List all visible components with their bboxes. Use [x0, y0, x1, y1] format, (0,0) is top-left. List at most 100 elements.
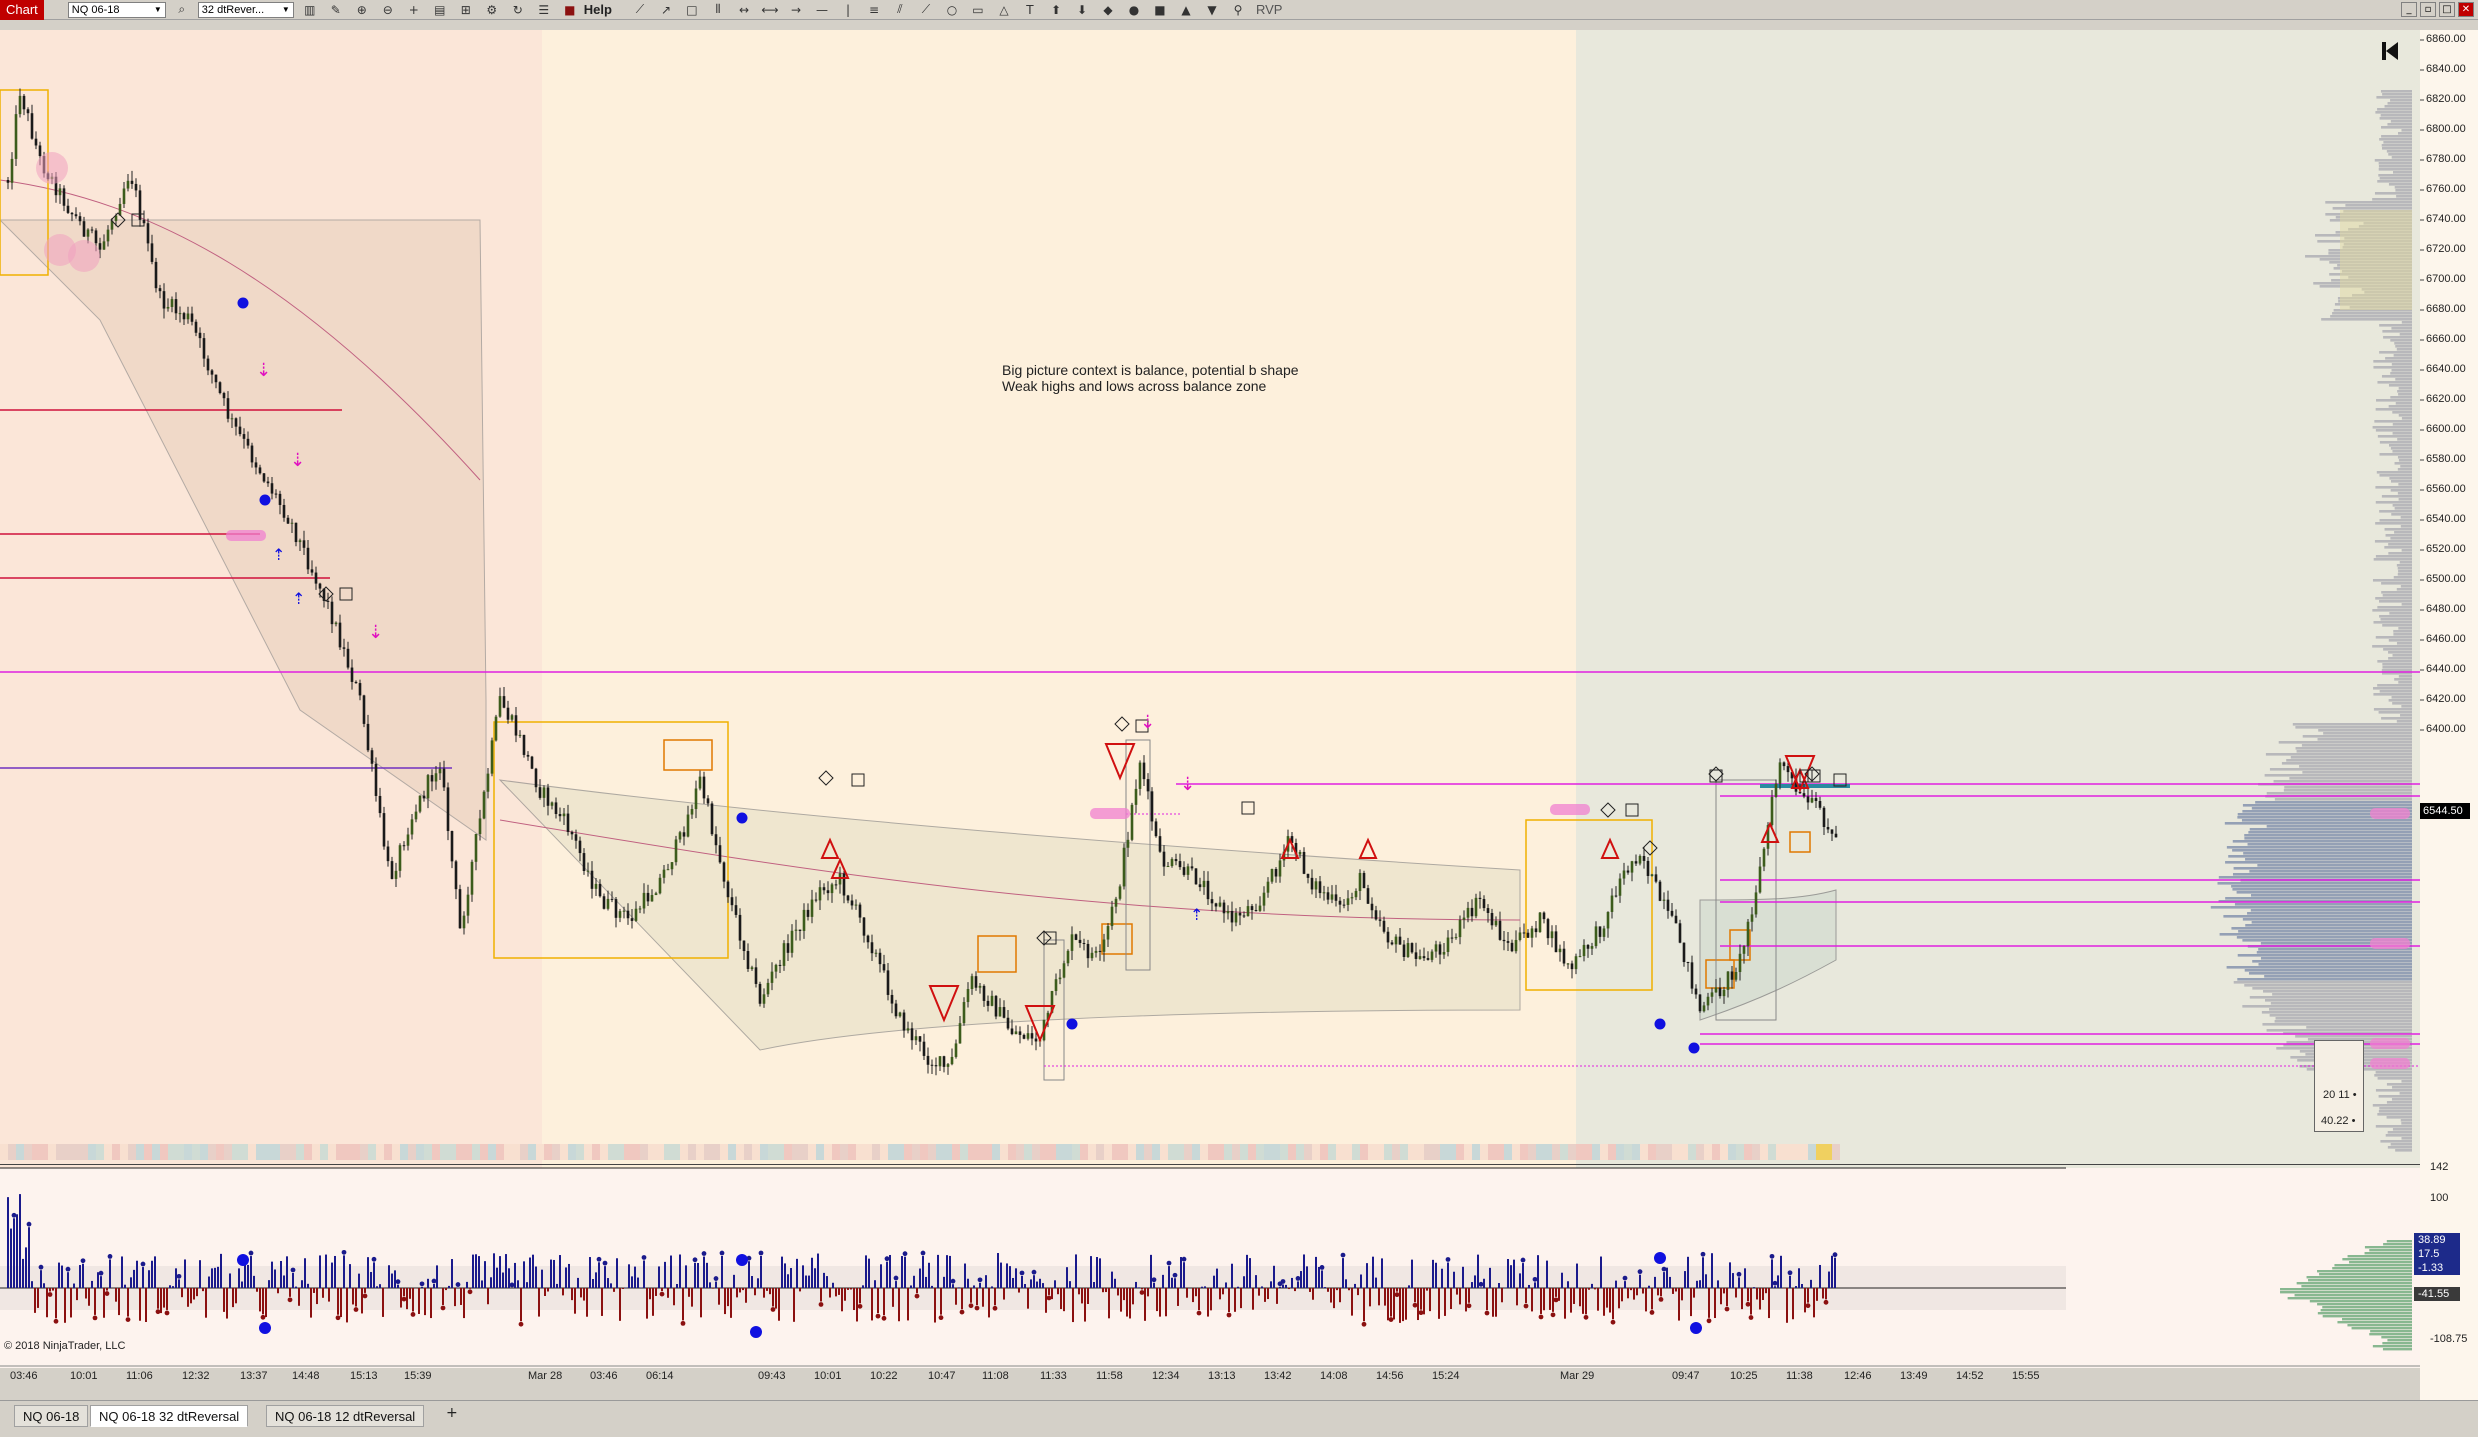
search-icon[interactable]: ⌕	[172, 1, 192, 19]
arrow-down-icon[interactable]: ⬇	[1072, 1, 1092, 19]
zoom-in-icon[interactable]: ⊕	[352, 1, 372, 19]
arrow-up-icon[interactable]: ⬆	[1046, 1, 1066, 19]
oscillator-profile-bar	[2349, 1261, 2412, 1264]
volume-profile-bar	[2401, 1137, 2412, 1140]
crosshair-icon[interactable]: +	[404, 1, 424, 19]
price-bar-body	[1414, 952, 1418, 959]
volume-profile-bar	[2377, 660, 2412, 663]
price-bar-body	[1090, 952, 1094, 959]
price-bar-body	[1022, 1034, 1026, 1039]
strategy-icon[interactable]: ⚙	[482, 1, 502, 19]
price-bar-body	[1502, 939, 1506, 942]
bar-type-value: 32 dtRever...	[201, 3, 265, 16]
price-bar-body	[1710, 992, 1714, 997]
volume-profile-bar	[2225, 897, 2412, 900]
price-bar-body	[1018, 1031, 1022, 1035]
bar-type-select[interactable]: 32 dtRever... ▼	[197, 1, 294, 18]
tab-nq-0618-12-dtreversal[interactable]: NQ 06-18 12 dtReversal	[266, 1405, 425, 1427]
volume-profile-bar	[2372, 609, 2412, 612]
minimize-icon[interactable]: _	[2401, 2, 2417, 17]
oscillator-dot	[92, 1315, 98, 1321]
rectangle-icon[interactable]: □	[682, 1, 702, 19]
help-button[interactable]: Help	[584, 2, 612, 17]
add-tab-button[interactable]: +	[446, 1405, 458, 1421]
drawing-line-icon[interactable]: ⟋	[630, 1, 650, 19]
close-icon[interactable]: ✕	[2458, 2, 2474, 17]
price-bar-body	[486, 773, 490, 792]
arrow-line-icon[interactable]: ↔	[734, 1, 754, 19]
price-bar-body	[966, 989, 970, 1003]
diamond-icon[interactable]: ◆	[1098, 1, 1118, 19]
volume-profile-bar	[2318, 729, 2412, 732]
price-bar-body	[1098, 950, 1102, 952]
strip-cell	[696, 1144, 704, 1160]
bars-icon[interactable]: ▥	[300, 1, 320, 19]
chart-annotation[interactable]: Big picture context is balance, potentia…	[1002, 362, 1299, 394]
maximize-icon[interactable]: □	[2439, 2, 2455, 17]
tab-nq-0618-32-dtreversal[interactable]: NQ 06-18 32 dtReversal	[90, 1405, 249, 1427]
extended-line-icon[interactable]: ⟷	[760, 1, 780, 19]
channel-icon[interactable]: ≡	[864, 1, 884, 19]
volume-profile-bar	[2372, 1104, 2412, 1107]
oscillator-dot	[1724, 1306, 1730, 1312]
instrument-select[interactable]: NQ 06-18 ▼	[67, 1, 166, 18]
text-icon[interactable]: T	[1020, 1, 1040, 19]
rvp-button[interactable]: RVP	[1256, 2, 1283, 17]
ellipse-icon[interactable]: ○	[942, 1, 962, 19]
properties-icon[interactable]: ▤	[430, 1, 450, 19]
arrow-right-icon[interactable]: →	[786, 1, 806, 19]
pencil-icon[interactable]: ✎	[326, 1, 346, 19]
price-chart[interactable]: ⇣ ⇣ ⇣ ⇣ ⇣ ⇡ ⇡ ⇡	[0, 20, 2478, 1400]
price-bar-body	[430, 775, 434, 782]
color-icon[interactable]: ■	[560, 1, 580, 19]
strip-cell	[624, 1144, 632, 1160]
volume-profile-bar	[2248, 831, 2412, 834]
ray-icon[interactable]: ↗	[656, 1, 676, 19]
triangle-icon[interactable]: △	[994, 1, 1014, 19]
zoom-out-icon[interactable]: ⊖	[378, 1, 398, 19]
fib-icon[interactable]: ⫴	[708, 1, 728, 19]
dot-icon[interactable]: ●	[1124, 1, 1144, 19]
price-bar-body	[450, 831, 454, 862]
volume-profile-bar	[2302, 771, 2412, 774]
volume-profile-bar	[2226, 966, 2412, 969]
strip-cell	[640, 1144, 648, 1160]
chart-label[interactable]: Chart	[0, 0, 44, 20]
price-bar-body	[270, 483, 274, 494]
strip-cell	[328, 1144, 336, 1160]
list-icon[interactable]: ☰	[534, 1, 554, 19]
price-bar-body	[1742, 946, 1746, 954]
strip-cell	[1120, 1144, 1128, 1160]
vertical-line-icon[interactable]: |	[838, 1, 858, 19]
strip-cell	[976, 1144, 984, 1160]
triangle-up-icon[interactable]: ▲	[1176, 1, 1196, 19]
volume-profile-bar	[2381, 591, 2412, 594]
data-box-icon[interactable]: ⊞	[456, 1, 476, 19]
tab-nq-0618[interactable]: NQ 06-18	[14, 1405, 89, 1427]
price-bar-body	[798, 929, 802, 931]
price-bar-body	[930, 1064, 934, 1066]
horizontal-line-icon[interactable]: —	[812, 1, 832, 19]
triangle-down-icon[interactable]: ▼	[1202, 1, 1222, 19]
rectangle-draw-icon[interactable]: ▭	[968, 1, 988, 19]
price-bar-body	[146, 223, 150, 244]
square-icon[interactable]: ■	[1150, 1, 1170, 19]
price-bar-body	[350, 667, 354, 682]
price-bar-body	[774, 964, 778, 972]
volume-profile-bar	[2264, 774, 2412, 777]
reload-icon[interactable]: ↻	[508, 1, 528, 19]
price-tick-label: 6500.00	[2426, 573, 2466, 585]
pitchfork-icon[interactable]: ⫽	[890, 1, 910, 19]
oscillator-dot	[1418, 1310, 1424, 1316]
restore-icon[interactable]: ▫	[2420, 2, 2436, 17]
price-bar-body	[1006, 1017, 1010, 1029]
oscillator-profile-bar	[2294, 1294, 2412, 1297]
price-bar-body	[262, 473, 266, 482]
price-tick-label: 6580.00	[2426, 453, 2466, 465]
strip-cell	[1520, 1144, 1528, 1160]
ruler-icon[interactable]: ⚲	[1228, 1, 1248, 19]
price-bar-body	[1682, 942, 1686, 963]
price-bar-body	[1522, 932, 1526, 934]
volume-profile-bar	[2384, 105, 2412, 108]
regression-icon[interactable]: ⟋	[916, 1, 936, 19]
